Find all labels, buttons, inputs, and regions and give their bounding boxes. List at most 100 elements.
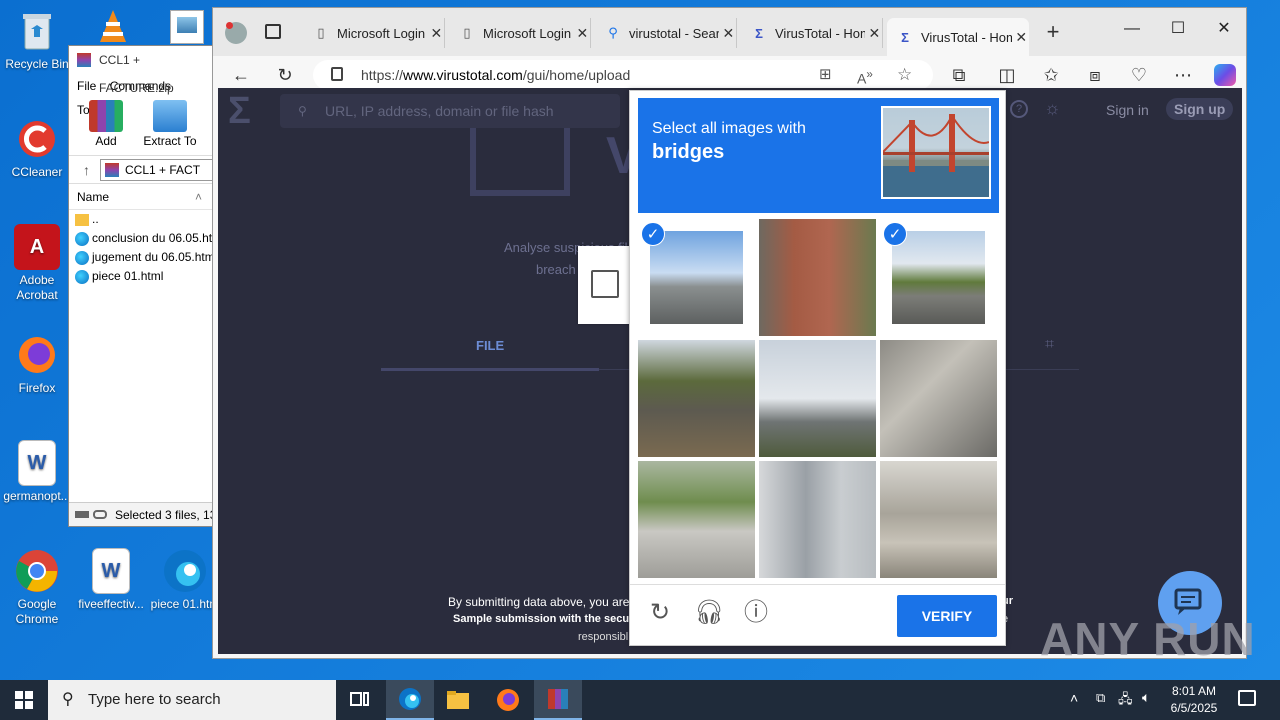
volume-icon[interactable]: 🔈︎ [1142, 689, 1150, 706]
url-field[interactable]: https://www.virustotal.com/gui/home/uplo… [313, 60, 933, 90]
split-screen-icon[interactable]: ◫ [993, 61, 1021, 89]
taskbar-firefox[interactable] [484, 680, 532, 720]
tab-virustotal-search[interactable]: ⚲ virustotal - Search ✕ [595, 18, 737, 48]
file-row[interactable]: conclusion du 06.05.htm [75, 229, 213, 248]
close-icon[interactable]: ✕ [1014, 29, 1029, 46]
info-icon[interactable]: ⓘ [742, 599, 770, 627]
help-icon[interactable]: ? [1010, 100, 1028, 118]
captcha-tile-1[interactable]: ✓ [638, 219, 755, 336]
virustotal-logo-icon[interactable]: Σ [228, 92, 268, 130]
tab-microsoft-login-2[interactable]: ▯ Microsoft Login ✕ [449, 18, 591, 48]
theme-toggle-icon[interactable]: ☼ [1044, 98, 1061, 119]
desktop-icon-recycle-bin[interactable]: Recycle Bin [0, 8, 74, 72]
network-icon[interactable]: ⧉ [1096, 690, 1105, 706]
windows-logo-icon [15, 691, 33, 709]
captcha-tile-7[interactable] [638, 461, 755, 578]
captcha-tile-5[interactable] [759, 340, 876, 457]
desktop-icon-google-chrome[interactable]: Google Chrome [0, 548, 74, 627]
captcha-tile-2[interactable] [759, 219, 876, 336]
task-view-icon[interactable] [336, 680, 384, 720]
image-file-icon[interactable] [170, 10, 204, 44]
profile-avatar[interactable] [225, 22, 247, 44]
new-tab-button[interactable]: + [1041, 20, 1065, 44]
close-icon[interactable]: ✕ [867, 25, 882, 42]
file-row-parent[interactable]: .. [75, 210, 213, 229]
close-icon[interactable]: ✕ [575, 25, 590, 42]
favorites-icon[interactable]: ✩ [1037, 61, 1065, 89]
desktop-icon-ccleaner[interactable]: CCleaner [0, 116, 74, 180]
browser-essentials-icon[interactable]: ♡ [1125, 61, 1153, 89]
desktop-icon-label: piece 01.htm [150, 597, 220, 611]
anyrun-watermark: ANY RUN [1040, 613, 1256, 665]
winrar-title: CCL1 + FACTURE.zip [99, 53, 174, 95]
maximize-button[interactable]: ☐ [1155, 14, 1201, 44]
verify-button[interactable]: VERIFY [897, 595, 997, 637]
taskbar-search-box[interactable]: ⚲ Type here to search [48, 680, 336, 720]
tile-image-building [759, 219, 876, 336]
favorite-star-icon[interactable]: ☆ [897, 60, 912, 90]
file-row[interactable]: piece 01.html [75, 267, 213, 286]
tab-virustotal-home-1[interactable]: Σ VirusTotal - Home ✕ [741, 18, 883, 48]
taskbar-file-explorer[interactable] [434, 680, 482, 720]
sign-up-button[interactable]: Sign up [1166, 98, 1234, 120]
close-icon[interactable]: ✕ [429, 25, 444, 42]
tile-image-bridge-road [892, 231, 985, 324]
virustotal-search-input[interactable]: ⚲ URL, IP address, domain or file hash [280, 94, 620, 128]
ethernet-icon[interactable]: 🖧︎ [1118, 690, 1133, 712]
start-button[interactable] [0, 680, 48, 720]
captcha-tile-8[interactable] [759, 461, 876, 578]
captcha-checkbox-card [578, 246, 632, 324]
up-arrow-icon[interactable]: ↑ [83, 162, 90, 178]
virustotal-icon: Σ [901, 29, 909, 45]
more-options-icon[interactable]: ⋯ [1169, 61, 1197, 89]
taskbar-clock[interactable]: 8:01 AM 6/5/2025 [1164, 683, 1224, 717]
captcha-tile-4[interactable] [638, 340, 755, 457]
add-button[interactable]: Add [79, 98, 133, 155]
copilot-icon[interactable] [1211, 61, 1239, 89]
captcha-tile-3[interactable]: ✓ [880, 219, 997, 336]
extract-to-button[interactable]: Extract To [143, 98, 197, 155]
tab-microsoft-login-1[interactable]: ▯ Microsoft Login ✕ [303, 18, 445, 48]
tab-label: Microsoft Login [337, 25, 426, 41]
desktop-icon-germanopt[interactable]: W germanopt... [0, 440, 74, 504]
tile-image-stairs [880, 340, 997, 457]
clock-date: 6/5/2025 [1170, 701, 1218, 715]
desktop-icon-firefox[interactable]: Firefox [0, 332, 74, 396]
captcha-tile-9[interactable] [880, 461, 997, 578]
tab-virustotal-home-active[interactable]: Σ VirusTotal - Home ✕ [887, 18, 1029, 56]
audio-headphones-icon[interactable]: 🎧︎ [694, 599, 724, 627]
winrar-title-bar[interactable]: CCL1 + FACTURE.zip [69, 46, 213, 95]
captcha-checkbox[interactable] [591, 270, 619, 298]
desktop-icon-fiveeffectiv[interactable]: W fiveeffectiv... [74, 548, 148, 612]
edge-html-icon [75, 250, 89, 265]
app-available-icon[interactable]: ⊞ [819, 60, 832, 90]
notification-dot [226, 22, 233, 29]
extract-to-label: Extract To [143, 134, 197, 148]
taskbar-winrar[interactable] [534, 680, 582, 720]
winrar-path-bar: ↑ CCL1 + FACT [69, 156, 213, 184]
desktop-icon-adobe-acrobat[interactable]: A Adobe Acrobat [0, 224, 74, 303]
reload-icon[interactable]: ↻ [646, 599, 674, 627]
close-icon[interactable]: ✕ [721, 25, 736, 42]
file-row[interactable]: jugement du 06.05.htm [75, 248, 213, 267]
chevron-up-icon[interactable]: ˄ [1070, 690, 1078, 706]
captcha-tile-6[interactable] [880, 340, 997, 457]
refresh-icon[interactable]: ↻ [271, 61, 299, 89]
collections-icon[interactable]: ⧈ [1081, 61, 1109, 89]
notifications-icon[interactable] [1238, 690, 1256, 706]
search-tab-icon[interactable]: ⌗ [1045, 336, 1054, 354]
tab-actions-icon[interactable] [265, 24, 281, 39]
path-field[interactable]: CCL1 + FACT [100, 158, 213, 181]
column-header-name[interactable]: Name ˄ [69, 184, 213, 210]
back-icon[interactable]: ← [227, 61, 255, 89]
tab-file[interactable]: FILE [476, 338, 504, 353]
menu-file[interactable]: File [77, 79, 96, 93]
desktop-icon-piece01[interactable]: piece 01.htm [148, 548, 222, 612]
vlc-icon[interactable] [96, 8, 130, 46]
close-window-button[interactable]: ✕ [1201, 14, 1247, 44]
desktop-icon-label: Adobe Acrobat [16, 273, 58, 302]
minimize-button[interactable]: — [1109, 14, 1155, 44]
extensions-icon[interactable]: ⧉ [945, 61, 973, 89]
taskbar-edge[interactable] [386, 680, 434, 720]
sign-in-link[interactable]: Sign in [1106, 102, 1149, 118]
